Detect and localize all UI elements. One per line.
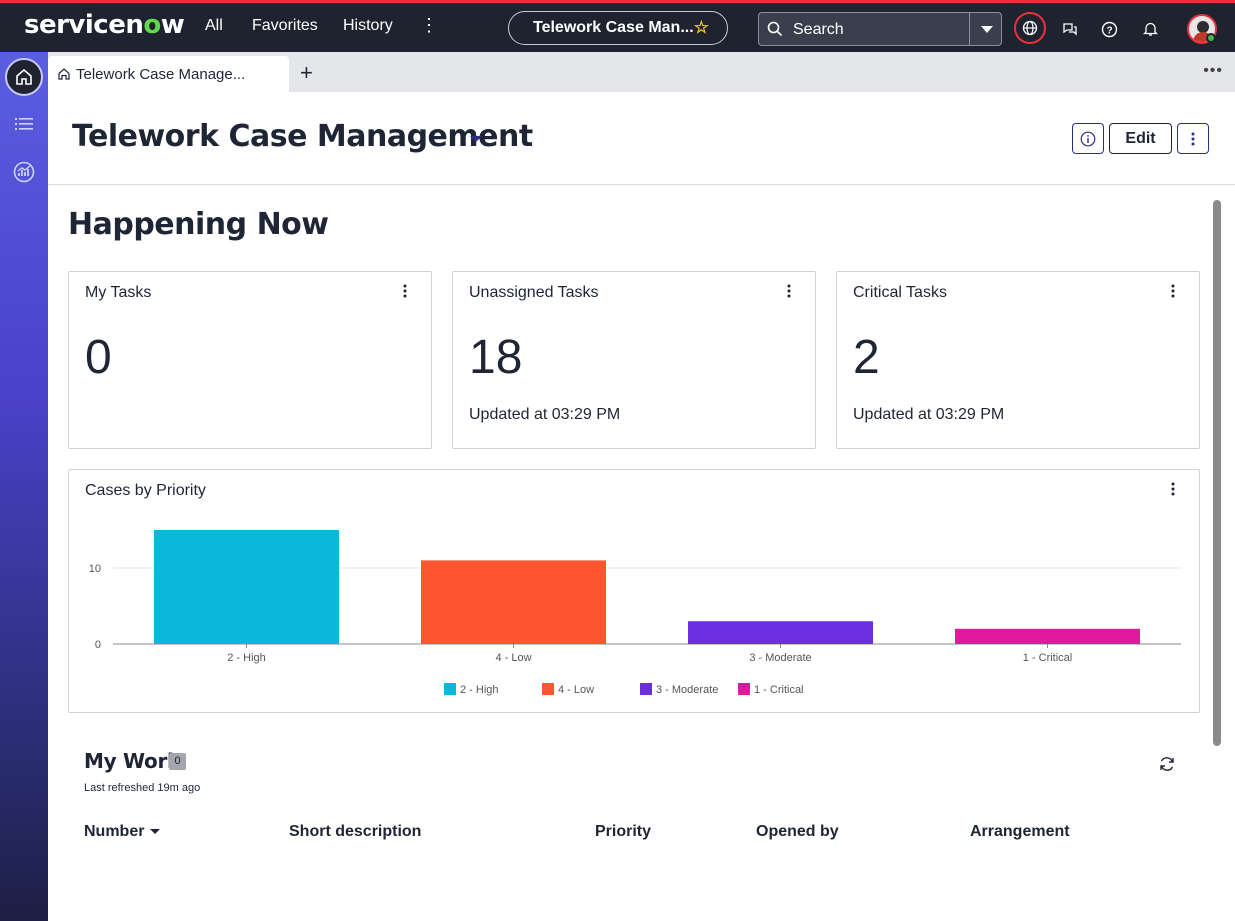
- page-more-button[interactable]: [1177, 123, 1209, 154]
- nav-all[interactable]: All: [205, 17, 223, 35]
- globe-icon[interactable]: [1014, 12, 1046, 44]
- bar: [421, 560, 606, 644]
- card-more-icon[interactable]: [403, 284, 407, 298]
- refresh-icon[interactable]: [1158, 755, 1176, 773]
- servicenow-logo[interactable]: servicenow: [24, 10, 185, 40]
- legend-swatch: [738, 683, 750, 695]
- card-title: Critical Tasks: [853, 284, 947, 301]
- help-icon[interactable]: ?: [1095, 15, 1123, 43]
- analytics-icon[interactable]: [12, 160, 36, 184]
- card-updated: Updated at 03:29 PM: [853, 406, 1005, 423]
- page-header: Telework Case Management Edit: [48, 92, 1235, 185]
- cases-by-priority-chart: 0 10 2 - High 4 - Low 3 - Moderate 1 - Critic…: [89, 530, 1181, 696]
- card-unassigned-tasks[interactable]: Unassigned Tasks 18 Updated at 03:29 PM: [452, 271, 816, 449]
- add-tab-button[interactable]: +: [300, 60, 313, 86]
- card-more-icon[interactable]: [787, 284, 791, 298]
- nav-favorites[interactable]: Favorites: [252, 17, 318, 35]
- x-tick-label: 3 - Moderate: [749, 652, 811, 664]
- legend-swatch: [444, 683, 456, 695]
- bar: [955, 628, 1140, 644]
- tab-label: Telework Case Manage...: [76, 66, 246, 83]
- column-header-arrangement[interactable]: Arrangement: [970, 823, 1070, 841]
- legend-label: 2 - High: [460, 684, 499, 696]
- card-value: 18: [469, 331, 523, 384]
- dashboard-content: Happening Now My Tasks 0 Unassigned Task…: [48, 185, 1211, 921]
- card-critical-tasks[interactable]: Critical Tasks 2 Updated at 03:29 PM: [836, 271, 1200, 449]
- section-title: Happening Now: [68, 207, 329, 242]
- x-tick-label: 4 - Low: [495, 652, 531, 664]
- x-tick-label: 2 - High: [227, 652, 266, 664]
- card-value: 2: [853, 331, 880, 384]
- tab-overflow-icon[interactable]: •••: [1203, 62, 1223, 80]
- search-scope-dropdown[interactable]: [969, 13, 1002, 45]
- top-navigation-bar: servicenow All Favorites History ⋮ Telew…: [0, 0, 1235, 52]
- legend-label: 4 - Low: [558, 684, 594, 696]
- favorite-star-icon[interactable]: ☆: [694, 18, 709, 38]
- column-header-priority[interactable]: Priority: [595, 823, 651, 841]
- legend-swatch: [640, 683, 652, 695]
- more-vertical-icon: [1191, 132, 1195, 145]
- column-header-opened-by[interactable]: Opened by: [756, 823, 839, 841]
- y-tick-label: 10: [89, 563, 101, 575]
- info-button[interactable]: [1072, 123, 1104, 154]
- column-header-number[interactable]: Number: [84, 823, 161, 841]
- card-value: 0: [85, 331, 112, 384]
- nav-history[interactable]: History: [343, 17, 393, 35]
- tab-telework-case-management[interactable]: Telework Case Manage...: [48, 56, 289, 92]
- page-title: Telework Case Management: [72, 119, 533, 154]
- notifications-bell-icon[interactable]: [1136, 15, 1164, 43]
- card-title: Unassigned Tasks: [469, 284, 599, 301]
- nav-more-icon[interactable]: ⋮: [420, 15, 438, 36]
- legend-label: 1 - Critical: [754, 684, 804, 696]
- card-more-icon[interactable]: [1171, 284, 1175, 298]
- home-icon: [58, 68, 70, 80]
- bar: [154, 530, 339, 644]
- card-title: My Tasks: [85, 284, 152, 301]
- info-icon: [1080, 131, 1096, 146]
- card-my-tasks[interactable]: My Tasks 0: [68, 271, 432, 449]
- tab-strip: Telework Case Manage... + •••: [48, 52, 1235, 92]
- svg-text:?: ?: [1106, 25, 1112, 36]
- global-search[interactable]: Search: [758, 12, 1002, 46]
- sort-desc-icon: [150, 829, 161, 835]
- legend-swatch: [542, 683, 554, 695]
- edit-button[interactable]: Edit: [1109, 123, 1172, 154]
- home-icon[interactable]: [5, 58, 43, 96]
- column-header-short-description[interactable]: Short description: [289, 823, 421, 841]
- bar: [688, 621, 873, 644]
- current-app-label: Telework Case Man...: [533, 19, 694, 36]
- x-tick-label: 1 - Critical: [1023, 652, 1073, 664]
- chat-icon[interactable]: [1056, 15, 1084, 43]
- search-label: Search: [793, 21, 844, 38]
- scrollbar-thumb[interactable]: [1213, 200, 1221, 746]
- chart-card-cases-by-priority: Cases by Priority 0 10 2 - High 4 - Low 3 - …: [68, 469, 1200, 713]
- list-icon[interactable]: [12, 112, 36, 136]
- current-app-pill[interactable]: Telework Case Man... ☆: [508, 11, 728, 45]
- left-sidebar: [0, 52, 48, 921]
- my-work-count-badge: 0: [169, 753, 186, 770]
- search-icon: [767, 21, 783, 37]
- y-tick-label: 0: [95, 639, 101, 651]
- my-work-title: My Work: [84, 749, 181, 773]
- legend-label: 3 - Moderate: [656, 684, 718, 696]
- title-dropdown-icon[interactable]: [470, 136, 482, 142]
- last-refreshed-text: Last refreshed 19m ago: [84, 782, 201, 794]
- presence-status-icon: [1206, 33, 1216, 43]
- card-updated: Updated at 03:29 PM: [469, 406, 621, 423]
